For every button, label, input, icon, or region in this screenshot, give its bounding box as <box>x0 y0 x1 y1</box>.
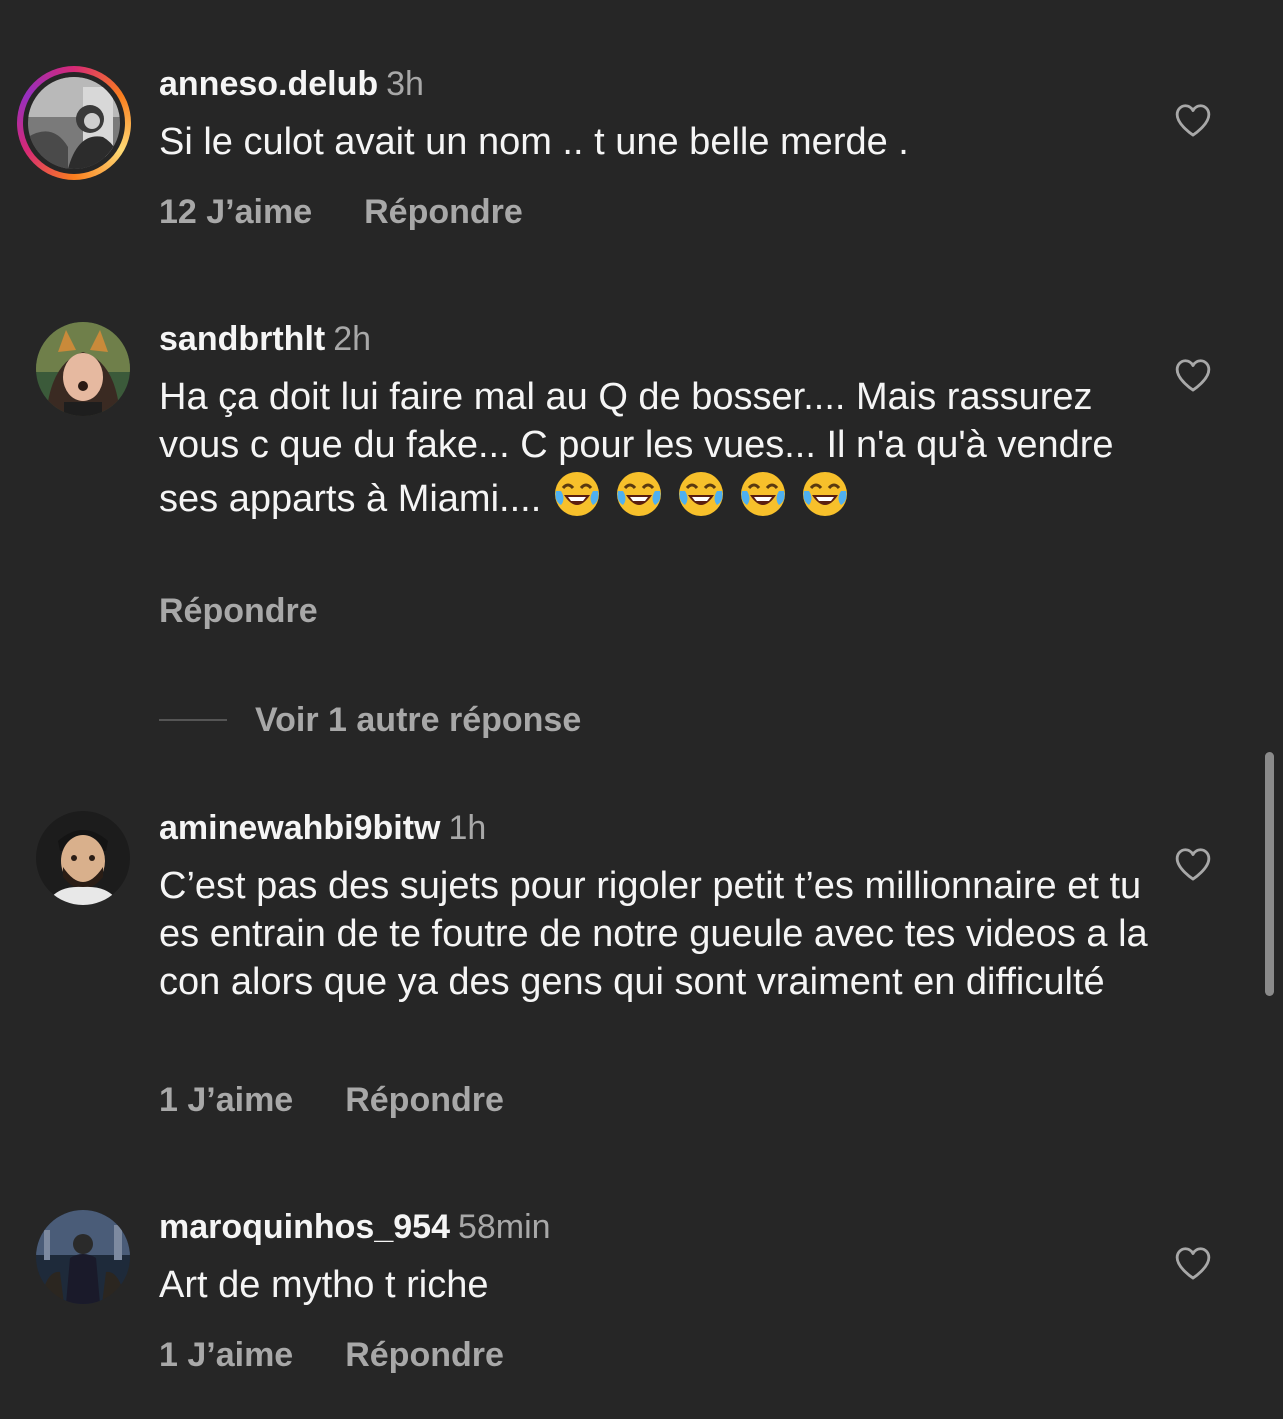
reply-button[interactable]: Répondre <box>345 1080 504 1120</box>
avatar[interactable] <box>36 322 130 416</box>
avatar[interactable] <box>36 1210 130 1304</box>
comment-username[interactable]: anneso.delub <box>159 65 378 103</box>
heart-icon[interactable] <box>1174 846 1212 882</box>
comment-likes[interactable]: 1 J’aime <box>159 1080 293 1120</box>
face-with-tears-of-joy-icon <box>614 469 664 531</box>
emoji-row <box>552 472 862 520</box>
comment-time: 1h <box>448 809 487 847</box>
view-replies-button[interactable]: Voir 1 autre réponse <box>159 698 581 742</box>
face-with-tears-of-joy-icon <box>738 469 788 531</box>
comment-time: 3h <box>386 65 424 103</box>
heart-icon[interactable] <box>1174 1245 1212 1281</box>
comment-username[interactable]: sandbrthlt <box>159 320 325 358</box>
comment-likes[interactable]: 12 J’aime <box>159 192 312 232</box>
scrollbar[interactable] <box>1265 752 1274 996</box>
comment-username[interactable]: aminewahbi9bitw <box>159 809 441 847</box>
face-with-tears-of-joy-icon <box>676 469 726 531</box>
comment-text-block: Ha ça doit lui faire mal au Q de bosser.… <box>159 373 1149 531</box>
reply-button[interactable]: Répondre <box>159 591 318 631</box>
face-with-tears-of-joy-icon <box>800 469 850 531</box>
comment-likes[interactable]: 1 J’aime <box>159 1335 293 1375</box>
comments-screen: anneso.delub 3h Si le culot avait un nom … <box>0 0 1283 1419</box>
comment-time: 2h <box>333 320 372 358</box>
avatar <box>28 77 120 169</box>
view-replies-label: Voir 1 autre réponse <box>255 700 582 739</box>
avatar[interactable] <box>36 811 130 905</box>
comment-username[interactable]: maroquinhos_954 <box>159 1208 450 1246</box>
heart-icon[interactable] <box>1174 102 1212 138</box>
comment-text: Art de mytho t riche <box>159 1264 489 1306</box>
reply-button[interactable]: Répondre <box>345 1335 504 1375</box>
heart-icon[interactable] <box>1174 357 1212 393</box>
reply-button[interactable]: Répondre <box>364 192 523 232</box>
story-ring[interactable] <box>17 66 131 180</box>
comment-text: C’est pas des sujets pour rigoler petit … <box>159 865 1148 1003</box>
comment-text: Si le culot avait un nom .. t une belle … <box>159 121 909 163</box>
divider-line <box>159 719 227 721</box>
comment-time: 58min <box>457 1208 551 1246</box>
face-with-tears-of-joy-icon <box>552 469 602 531</box>
